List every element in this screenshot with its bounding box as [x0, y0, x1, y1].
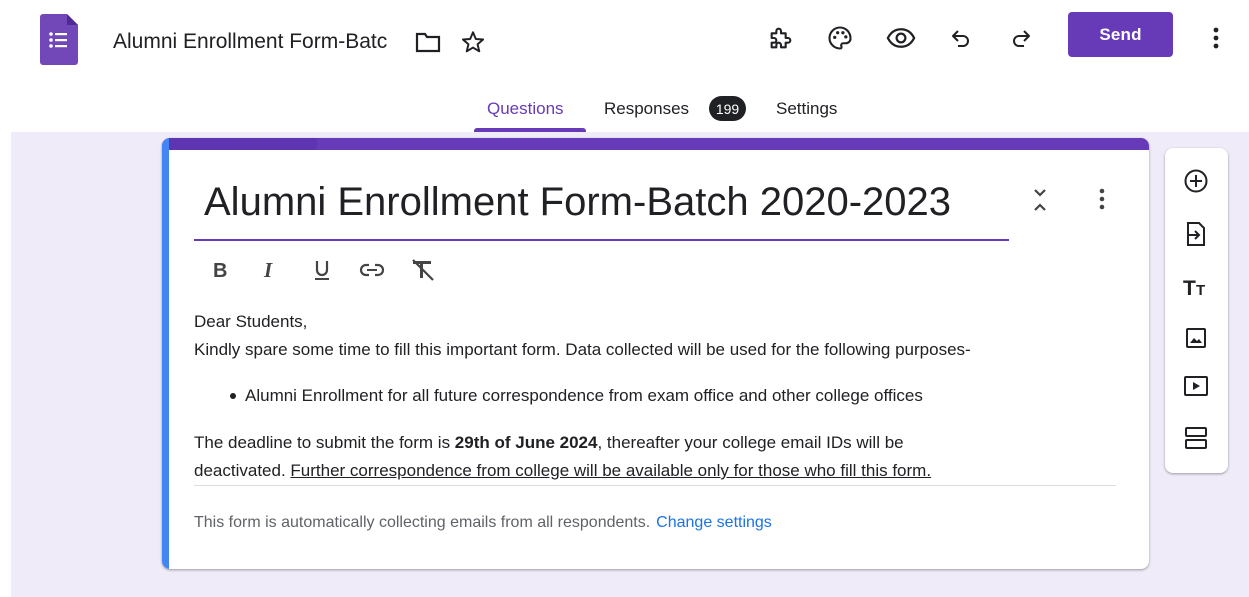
responses-count-badge: 199: [709, 96, 746, 121]
notice-text: This form is automatically collecting em…: [194, 514, 651, 531]
card-more-vert-icon[interactable]: [1087, 184, 1117, 214]
more-vert-icon[interactable]: [1198, 20, 1234, 56]
send-button[interactable]: Send: [1068, 12, 1173, 57]
tab-bar: Questions Responses Settings: [0, 82, 1249, 132]
addon-puzzle-icon[interactable]: [763, 20, 799, 56]
description-line-2: Kindly spare some time to fill this impo…: [194, 340, 971, 359]
collapse-icon[interactable]: [1025, 185, 1055, 215]
further-correspondence-note: Further correspondence from college will…: [290, 461, 932, 480]
underline-icon[interactable]: [308, 256, 336, 284]
star-icon[interactable]: [459, 28, 487, 56]
bullet-dot: [230, 393, 236, 399]
add-image-icon[interactable]: [1178, 320, 1214, 356]
svg-text:T: T: [1183, 277, 1196, 298]
description-divider: [194, 485, 1116, 486]
clear-formatting-icon[interactable]: [409, 256, 437, 284]
deadline-suffix: , thereafter your college email IDs will…: [597, 433, 904, 452]
italic-icon[interactable]: I: [256, 256, 284, 284]
forms-app-icon[interactable]: [40, 14, 78, 65]
add-section-icon[interactable]: [1178, 420, 1214, 456]
document-title[interactable]: Alumni Enrollment Form-Batc: [113, 30, 413, 56]
palette-icon[interactable]: [822, 20, 858, 56]
title-underline: [194, 239, 1009, 241]
svg-text:B: B: [213, 260, 227, 280]
bullet-item-1: Alumni Enrollment for all future corresp…: [245, 386, 923, 405]
import-questions-icon[interactable]: [1178, 216, 1214, 252]
undo-icon[interactable]: [943, 20, 979, 56]
deadline-prefix: The deadline to submit the form is: [194, 433, 455, 452]
card-focus-edge: [162, 138, 169, 569]
top-app-bar: Alumni Enrollment Form-Batc Send: [0, 0, 1249, 82]
link-icon[interactable]: [358, 256, 386, 284]
folder-icon[interactable]: [414, 28, 442, 56]
change-settings-link[interactable]: Change settings: [656, 514, 772, 531]
description-line-1: Dear Students,: [194, 312, 308, 331]
add-title-description-icon[interactable]: TT: [1178, 269, 1214, 305]
bold-icon[interactable]: B: [206, 256, 234, 284]
deactivated-prefix: deactivated.: [194, 461, 291, 480]
tab-settings[interactable]: Settings: [776, 99, 837, 119]
deadline-date: 29th of June 2024: [454, 433, 598, 452]
tab-questions[interactable]: Questions: [487, 99, 564, 119]
redo-icon[interactable]: [1003, 20, 1039, 56]
svg-text:I: I: [263, 260, 273, 280]
deadline-line: The deadline to submit the form is 29th …: [194, 433, 904, 453]
add-video-icon[interactable]: [1178, 368, 1214, 404]
card-accent-notch: [162, 138, 317, 150]
preview-eye-icon[interactable]: [883, 20, 919, 56]
correspondence-line: deactivated. Further correspondence from…: [194, 461, 931, 481]
email-collection-notice: This form is automatically collecting em…: [194, 514, 772, 532]
tab-responses[interactable]: Responses: [604, 99, 689, 119]
form-title[interactable]: Alumni Enrollment Form-Batch 2020-2023: [204, 180, 1004, 230]
add-question-icon[interactable]: [1178, 163, 1214, 199]
svg-text:T: T: [1196, 282, 1205, 298]
